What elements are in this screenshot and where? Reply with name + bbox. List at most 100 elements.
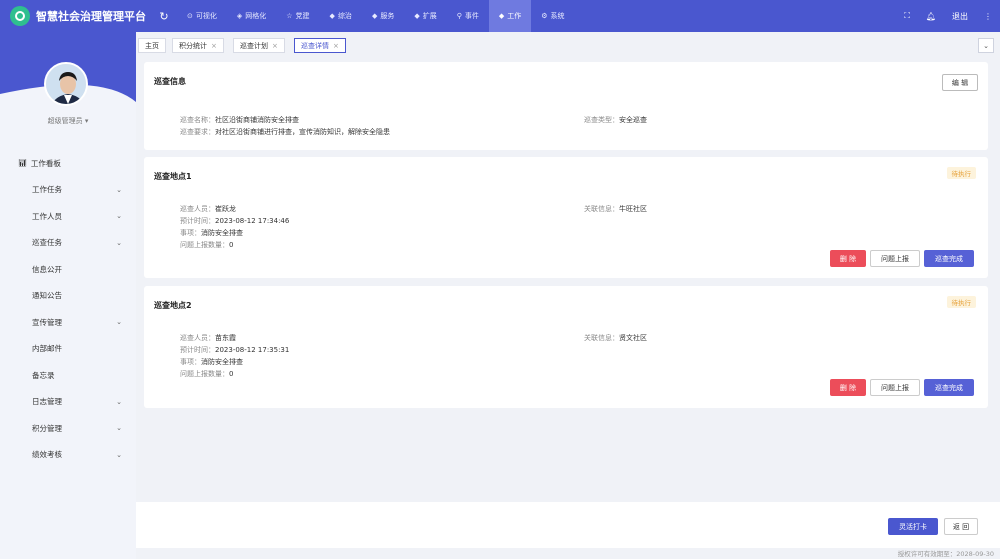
top-right-tools: ⛶ 🔔︎ 退出 ⋮ bbox=[904, 0, 992, 32]
sidebar-item-7[interactable]: 内部邮件 bbox=[0, 336, 136, 363]
more-vertical-icon[interactable]: ⋮ bbox=[984, 12, 992, 21]
star-icon: ☆ bbox=[286, 12, 293, 20]
menu-item-4[interactable]: ◆ 服务 bbox=[362, 0, 404, 32]
refresh-icon[interactable]: ↻ bbox=[151, 10, 177, 23]
bell-icon[interactable]: 🔔︎ bbox=[926, 12, 936, 21]
close-icon[interactable]: × bbox=[333, 42, 339, 50]
avatar[interactable] bbox=[44, 62, 88, 106]
sidebar-item-0[interactable]: 📊︎ 工作看板 bbox=[0, 150, 136, 177]
sidebar: 超级管理员 ▾ 📊︎ 工作看板工作任务 ⌄ 工作人员 ⌄ 巡查任务 ⌄ 信息公开通知公告宣传管… bbox=[0, 32, 136, 559]
chevron-down-icon: ⌄ bbox=[116, 424, 122, 433]
sidebar-item-11[interactable]: 绩效考核 ⌄ bbox=[0, 442, 136, 469]
tab-points-stats[interactable]: 积分统计 × bbox=[172, 38, 224, 53]
patrol-complete-button[interactable]: 巡查完成 bbox=[924, 379, 974, 396]
sidebar-item-4[interactable]: 信息公开 bbox=[0, 256, 136, 283]
chevron-down-icon: ⌄ bbox=[116, 238, 122, 247]
menu-item-1[interactable]: ◈ 网格化 bbox=[227, 0, 276, 32]
shield-icon: ◆ bbox=[329, 12, 335, 20]
back-button[interactable]: 返 回 bbox=[944, 518, 978, 535]
menu-item-8[interactable]: ⚙ 系统 bbox=[531, 0, 574, 32]
tab-patrol-detail[interactable]: 巡查详情 × bbox=[294, 38, 346, 53]
relation-field: 关联信息：贤文社区 bbox=[584, 334, 647, 342]
edit-button[interactable]: 编 辑 bbox=[942, 74, 978, 91]
user-role-label[interactable]: 超级管理员 ▾ bbox=[0, 116, 136, 126]
app-logo-icon bbox=[10, 6, 30, 26]
chart-icon: 📊︎ bbox=[18, 159, 27, 168]
chevron-down-icon: ⌄ bbox=[116, 185, 122, 194]
report-issue-button[interactable]: 问题上报 bbox=[870, 379, 920, 396]
sidebar-item-label: 巡查任务 bbox=[32, 238, 62, 248]
sidebar-nav: 📊︎ 工作看板工作任务 ⌄ 工作人员 ⌄ 巡查任务 ⌄ 信息公开通知公告宣传管理 ⌄ 内部邮件备忘… bbox=[0, 150, 136, 468]
sidebar-item-label: 通知公告 bbox=[32, 291, 62, 301]
sidebar-item-8[interactable]: 备忘录 bbox=[0, 362, 136, 389]
app-title: 智慧社会治理管理平台 bbox=[36, 10, 146, 23]
extension-icon: ◆ bbox=[414, 12, 420, 20]
sidebar-item-2[interactable]: 工作人员 ⌄ bbox=[0, 203, 136, 230]
report-count-field: 问题上报数量：0 bbox=[180, 241, 234, 249]
report-issue-button[interactable]: 问题上报 bbox=[870, 250, 920, 267]
patrol-type-field: 巡查类型：安全巡查 bbox=[584, 116, 647, 124]
patrol-point-card: 巡查地点2 待执行 巡查人员：苗东霞 预计时间：2023-08-12 17:35… bbox=[144, 286, 988, 408]
sidebar-item-6[interactable]: 宣传管理 ⌄ bbox=[0, 309, 136, 336]
sidebar-item-label: 工作任务 bbox=[32, 185, 62, 195]
clock-icon: ⊙ bbox=[187, 12, 193, 20]
card-title: 巡查地点1 bbox=[154, 172, 192, 181]
chevron-down-icon: ⌄ bbox=[116, 318, 122, 327]
menu-item-label: 事件 bbox=[464, 12, 479, 20]
sidebar-item-label: 绩效考核 bbox=[32, 450, 62, 460]
matter-field: 事项：消防安全排查 bbox=[180, 358, 243, 366]
scheduled-time-field: 预计时间：2023-08-12 17:35:31 bbox=[180, 346, 290, 354]
tab-patrol-plan[interactable]: 巡查计划 × bbox=[233, 38, 285, 53]
patrol-complete-button[interactable]: 巡查完成 bbox=[924, 250, 974, 267]
sidebar-item-label: 备忘录 bbox=[32, 370, 55, 380]
work-icon: ◆ bbox=[498, 12, 505, 20]
card-title: 巡查信息 bbox=[154, 77, 186, 86]
report-count-field: 问题上报数量：0 bbox=[180, 370, 234, 378]
patrol-point-card: 巡查地点1 待执行 巡查人员：崔跃龙 预计时间：2023-08-12 17:34… bbox=[144, 157, 988, 278]
gear-icon: ⚙ bbox=[541, 12, 548, 20]
inspector-field: 巡查人员：崔跃龙 bbox=[180, 205, 236, 213]
menu-item-5[interactable]: ◆ 扩展 bbox=[404, 0, 446, 32]
card-title: 巡查地点2 bbox=[154, 301, 192, 310]
sidebar-item-1[interactable]: 工作任务 ⌄ bbox=[0, 177, 136, 204]
tab-home[interactable]: 主页 bbox=[138, 38, 166, 53]
fullscreen-icon[interactable]: ⛶ bbox=[904, 11, 910, 21]
menu-item-6[interactable]: ⚲ 事件 bbox=[447, 0, 489, 32]
matter-field: 事项：消防安全排查 bbox=[180, 229, 243, 237]
menu-item-label: 可视化 bbox=[195, 12, 217, 20]
sidebar-item-5[interactable]: 通知公告 bbox=[0, 283, 136, 310]
sidebar-item-label: 信息公开 bbox=[32, 264, 62, 274]
patrol-requirement-field: 巡查要求：对社区沿街商铺进行排查，宣传消防知识，解除安全隐患 bbox=[180, 128, 390, 136]
inspector-field: 巡查人员：苗东霞 bbox=[180, 334, 236, 342]
scheduled-time-field: 预计时间：2023-08-12 17:34:46 bbox=[180, 217, 290, 225]
close-icon[interactable]: × bbox=[211, 42, 217, 50]
sidebar-item-label: 工作人员 bbox=[32, 211, 62, 221]
license-notice: 授权许可有效期至：2028-09-30 bbox=[897, 550, 994, 558]
patrol-info-card: 巡查信息 编 辑 巡查名称：社区沿街商铺消防安全排查 巡查类型：安全巡查 巡查要… bbox=[144, 62, 988, 150]
menu-item-0[interactable]: ⊙ 可视化 bbox=[177, 0, 227, 32]
sidebar-item-10[interactable]: 积分管理 ⌄ bbox=[0, 415, 136, 442]
close-icon[interactable]: × bbox=[272, 42, 278, 50]
sidebar-item-label: 宣传管理 bbox=[32, 317, 62, 327]
tab-dropdown-chevron-icon[interactable]: ⌄ bbox=[978, 38, 994, 53]
service-icon: ◆ bbox=[371, 12, 378, 20]
sidebar-item-label: 积分管理 bbox=[32, 423, 62, 433]
delete-button[interactable]: 删 除 bbox=[830, 379, 866, 396]
main-menu: ⊙ 可视化 ◈ 网格化 ☆ 党建 ◆ 综治 ◆ 服务 ◆ 扩展 ⚲ 事件 ◆ 工作 ⚙ 系统 bbox=[177, 0, 575, 32]
sidebar-item-3[interactable]: 巡查任务 ⌄ bbox=[0, 230, 136, 257]
menu-item-label: 服务 bbox=[380, 12, 395, 20]
tab-bar: 主页 积分统计 × 巡查计划 × 巡查详情 × ⌄ bbox=[136, 32, 1000, 58]
delete-button[interactable]: 删 除 bbox=[830, 250, 866, 267]
menu-item-2[interactable]: ☆ 党建 bbox=[276, 0, 319, 32]
chevron-down-icon: ⌄ bbox=[116, 212, 122, 221]
relation-field: 关联信息：牛旺社区 bbox=[584, 205, 647, 213]
menu-item-7[interactable]: ◆ 工作 bbox=[488, 0, 532, 32]
menu-item-label: 综治 bbox=[337, 12, 352, 20]
sidebar-item-label: 工作看板 bbox=[30, 158, 61, 168]
grid-icon: ◈ bbox=[236, 12, 243, 20]
menu-item-label: 扩展 bbox=[422, 12, 437, 20]
logout-button[interactable]: 退出 bbox=[952, 11, 968, 22]
flexible-checkin-button[interactable]: 灵活打卡 bbox=[888, 518, 938, 535]
sidebar-item-9[interactable]: 日志管理 ⌄ bbox=[0, 389, 136, 416]
menu-item-3[interactable]: ◆ 综治 bbox=[320, 0, 362, 32]
